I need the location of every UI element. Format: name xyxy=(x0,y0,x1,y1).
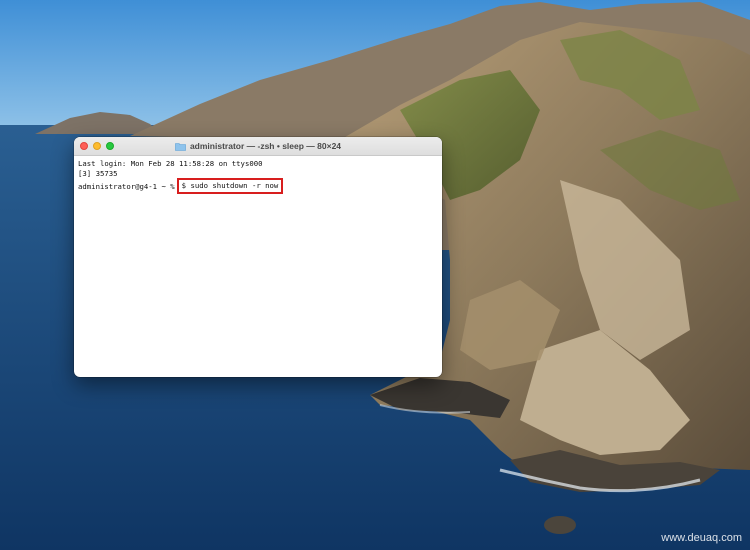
window-title: administrator — -zsh • sleep — 80×24 xyxy=(74,137,442,155)
terminal-output[interactable]: Last login: Mon Feb 28 11:58:28 on ttys0… xyxy=(74,156,442,194)
prompt-line: administrator@g4-1 ~ % $ sudo shutdown -r… xyxy=(78,178,438,194)
terminal-titlebar[interactable]: administrator — -zsh • sleep — 80×24 xyxy=(74,137,442,156)
shell-prompt: administrator@g4-1 ~ % xyxy=(78,182,175,191)
highlighted-command: $ sudo shutdown -r now xyxy=(176,178,284,194)
window-title-text: administrator — -zsh • sleep — 80×24 xyxy=(189,141,342,151)
terminal-window[interactable]: administrator — -zsh • sleep — 80×24 Las… xyxy=(74,137,442,377)
folder-icon xyxy=(175,142,186,151)
terminal-line: Last login: Mon Feb 28 11:58:28 on ttys0… xyxy=(78,159,263,168)
watermark: www.deuaq.com xyxy=(661,532,742,544)
